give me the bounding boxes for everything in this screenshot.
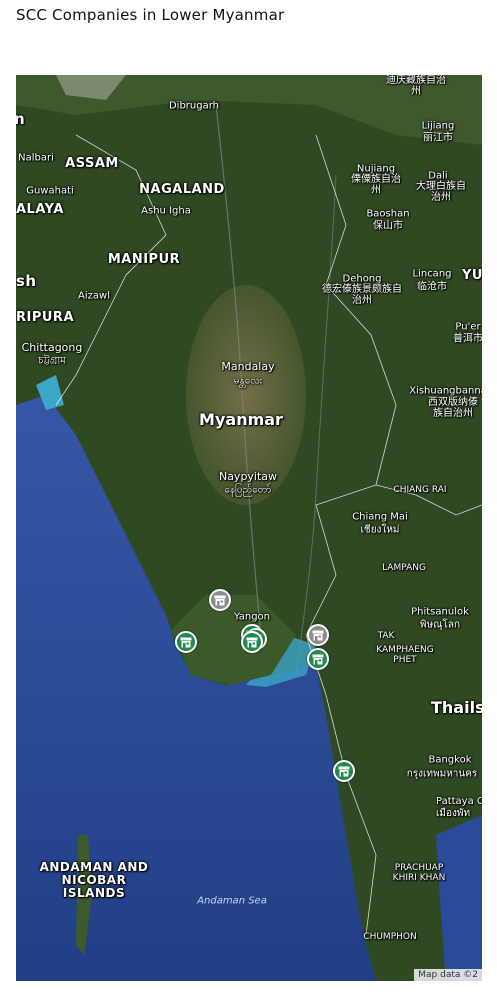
marker-yangon-north[interactable] [209, 589, 231, 611]
store-icon [338, 766, 350, 777]
label-bangkok: Bangkok [428, 754, 472, 766]
label-prachuap: PRACHUAP KHIRI KHAN [392, 863, 446, 883]
label-nagaland: NAGALAND [139, 181, 225, 197]
label-guwahati: Guwahati [26, 185, 74, 197]
marker-yangon-3[interactable] [241, 631, 263, 653]
label-lincang-local: 临沧市 [417, 281, 447, 293]
label-dibrugarh: Dibrugarh [168, 100, 220, 112]
store-icon [246, 637, 258, 648]
label-andaman-sea: Andaman Sea [197, 895, 267, 907]
label-top-right: 迪庆藏族自治州 [386, 75, 446, 97]
label-nujiang: Nujiang [356, 163, 396, 175]
label-sh: sh [16, 272, 37, 290]
label-andaman-nicobar: ANDAMAN AND NICOBAR ISLANDS [39, 860, 149, 901]
label-aizawl: Aizawl [78, 290, 110, 302]
label-chittagong: Chittagong [21, 340, 83, 354]
marker-pathein[interactable] [175, 631, 197, 653]
label-xishuangbanna: Xishuangbanna [409, 385, 482, 397]
label-myanmar: Myanmar [199, 410, 283, 430]
label-dali-local: 大理白族自治州 [416, 181, 466, 203]
label-pattaya: Pattaya C [436, 796, 482, 807]
label-chittagong-local: চট্টগ্রাম [38, 355, 66, 367]
label-mandalay: Mandalay [221, 359, 275, 373]
label-puer-local: 普洱市 [453, 333, 482, 345]
label-dehong-local: 德宏傣族景颇族自治州 [322, 284, 402, 306]
label-naypyitaw-local: နေပြည်တော် [224, 484, 272, 496]
label-lampang: LAMPANG [382, 563, 426, 574]
marker-mawlamyine-green[interactable] [307, 648, 329, 670]
store-icon [312, 630, 324, 641]
label-tak: TAK [377, 631, 395, 642]
label-phitsanulok: Phitsanulok [411, 606, 469, 618]
store-icon [180, 637, 192, 648]
label-kamphaeng-phet: KAMPHAENG PHET [376, 645, 434, 665]
label-chiang-mai: Chiang Mai [352, 511, 408, 523]
label-alaya: ALAYA [16, 202, 64, 217]
marker-dawei[interactable] [333, 760, 355, 782]
label-puer: Pu'er [455, 321, 481, 333]
label-chiang-mai-local: เชียงใหม่ [360, 524, 400, 536]
label-lijiang-local: 丽江市 [423, 132, 453, 144]
label-baoshan: Baoshan [366, 208, 410, 220]
marker-mawlamyine-gray[interactable] [307, 624, 329, 646]
label-lijiang: Lijiang [421, 120, 455, 132]
store-icon [214, 595, 226, 606]
map-view[interactable]: n ASSAM NAGALAND ALAYA MANIPUR sh RIPURA… [16, 75, 482, 981]
label-thailand: Thails [431, 698, 482, 717]
label-nujiang-local: 傈僳族自治州 [351, 174, 401, 196]
label-chiang-rai: CHIANG RAI [393, 485, 447, 496]
label-dehong: Dehong [342, 273, 382, 285]
store-icon [312, 654, 324, 665]
map-attribution[interactable]: Map data ©2 [414, 969, 482, 981]
label-manipur: MANIPUR [107, 251, 181, 267]
label-yu: YU [462, 268, 482, 283]
label-lincang: Lincang [412, 268, 452, 280]
label-assam: ASSAM [65, 155, 119, 171]
label-phitsanulok-local: พิษณุโลก [419, 619, 461, 631]
label-dali: Dali [428, 170, 448, 182]
page-title: SCC Companies in Lower Myanmar [16, 6, 285, 24]
label-baoshan-local: 保山市 [373, 220, 403, 232]
label-naypyitaw: Naypyitaw [218, 469, 278, 483]
label-mandalay-local: မန္တလေး [233, 375, 263, 387]
label-ashu-igha: Ashu Igha [141, 205, 191, 217]
label-pattaya-local: เมืองพัท [436, 808, 471, 819]
label-edge-n: n [16, 110, 26, 128]
label-bangkok-local: กรุงเทพมหานคร [406, 768, 478, 780]
label-xishuangbanna-local: 西双版纳傣族自治州 [428, 397, 478, 419]
label-yangon: Yangon [233, 611, 271, 623]
label-chumphon: CHUMPHON [363, 932, 417, 943]
satellite-terrain [16, 75, 482, 981]
label-ripura: RIPURA [16, 310, 75, 325]
label-nalbari: Nalbari [18, 152, 54, 164]
